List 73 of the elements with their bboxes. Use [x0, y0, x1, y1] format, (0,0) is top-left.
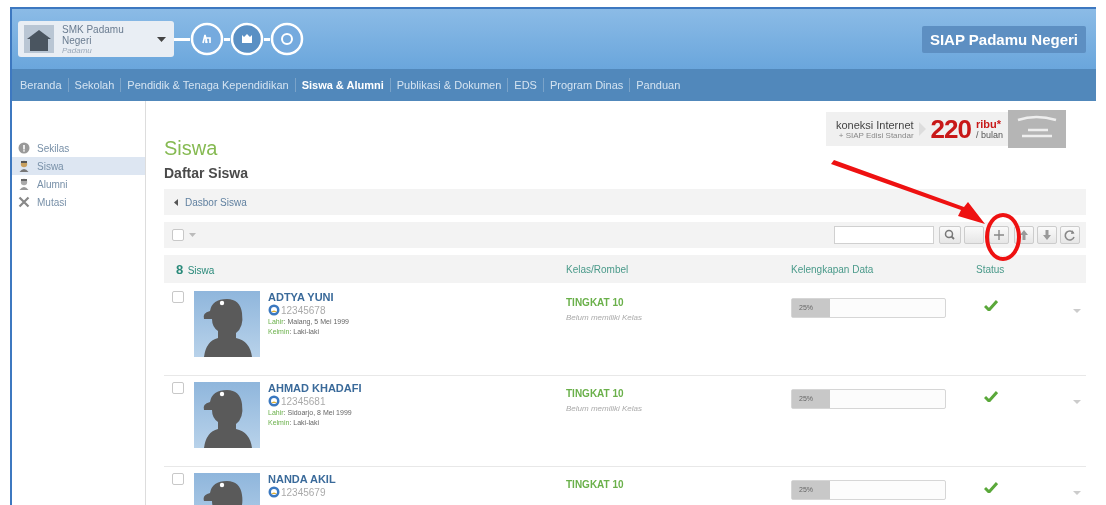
add-button[interactable] — [989, 226, 1009, 244]
sidebar-item[interactable]: Mutasi — [12, 193, 145, 211]
school-name: SMK Padamu Negeri — [62, 23, 125, 46]
caret-icon[interactable] — [1073, 309, 1081, 313]
caret-icon — [157, 36, 166, 42]
logo-drawing — [1008, 110, 1066, 148]
refresh-button[interactable] — [1060, 226, 1080, 244]
nav-tab[interactable]: Program Dinas — [549, 79, 624, 91]
ad-text: + SIAP Edisi Standar — [838, 130, 914, 140]
nav-tab[interactable]: Siswa & Alumni — [301, 79, 384, 91]
nav-tab[interactable]: Panduan — [636, 79, 681, 91]
back-caret-icon — [174, 198, 178, 206]
nav-tab[interactable]: EDS — [514, 79, 537, 91]
student-id: 12345681 — [281, 395, 326, 407]
ad-text: koneksi Internet — [835, 118, 914, 131]
search-field[interactable] — [834, 226, 934, 244]
column-header[interactable]: Kelas/Rombel — [566, 263, 791, 275]
student-name[interactable]: AHMAD KHADAFI — [268, 382, 362, 394]
ring-circle-icon[interactable] — [270, 22, 304, 56]
grade-label: TINGKAT 10 — [566, 297, 625, 308]
emblem-icon — [268, 395, 280, 407]
breadcrumb-link[interactable]: Dasbor Siswa — [174, 196, 247, 208]
app-title: SIAP Padamu Negeri — [921, 25, 1086, 53]
ad-unit: ribu* — [975, 118, 1003, 130]
ad-price: 220 — [930, 113, 971, 145]
alumni-icon — [18, 178, 30, 190]
school-selector[interactable]: SMK Padamu Negeri Padamu — [18, 21, 174, 57]
row-checkbox[interactable] — [172, 291, 184, 303]
student-icon — [18, 160, 30, 172]
caret-icon[interactable] — [189, 233, 196, 237]
nav-tab[interactable]: Sekolah — [74, 79, 115, 91]
student-id: 12345678 — [281, 304, 326, 316]
emblem-icon — [268, 486, 280, 498]
cross-icon — [18, 196, 30, 208]
download-button[interactable] — [1037, 226, 1057, 244]
grade-label: TINGKAT 10 — [566, 479, 625, 490]
avatar-silhouette — [194, 382, 260, 448]
sidebar-item[interactable]: Sekilas — [12, 139, 145, 157]
download-icon — [1040, 228, 1054, 242]
class-note: Belum memiliki Kelas — [566, 313, 644, 322]
student-name[interactable]: NANDA AKIL — [268, 473, 336, 485]
sidebar-item[interactable]: Alumni — [12, 175, 145, 193]
school-subtitle: Padamu — [62, 45, 93, 55]
class-note: Belum memiliki Kelas — [566, 404, 644, 413]
student-id: 12345679 — [281, 486, 326, 498]
column-header[interactable]: Status — [976, 263, 1061, 275]
ad-period: / bulan — [975, 130, 1003, 140]
school-circle-icon[interactable] — [190, 22, 224, 56]
nav-tab[interactable]: Pendidik & Tenaga Kependidikan — [127, 79, 289, 91]
row-checkbox[interactable] — [172, 473, 184, 485]
sidebar-item[interactable]: Siswa — [12, 157, 145, 175]
nav-tab[interactable]: Publikasi & Dokumen — [396, 79, 502, 91]
add-icon — [992, 228, 1006, 242]
page-title: Siswa — [164, 137, 219, 160]
row-checkbox[interactable] — [172, 382, 184, 394]
grade-label: TINGKAT 10 — [566, 388, 625, 399]
nav-tab[interactable]: Beranda — [20, 79, 62, 91]
crown-circle-icon[interactable] — [230, 22, 264, 56]
avatar-silhouette — [194, 291, 260, 357]
building-icon — [24, 25, 54, 53]
select-all-checkbox[interactable] — [172, 229, 184, 241]
caret-icon[interactable] — [1073, 400, 1081, 404]
page-subtitle: Daftar Siswa — [164, 165, 249, 181]
column-header[interactable]: Kelengkapan Data — [791, 263, 976, 275]
student-count: 8 Siswa — [175, 261, 216, 278]
search-icon — [943, 228, 957, 242]
emblem-icon — [268, 304, 280, 316]
info-icon — [18, 142, 30, 154]
search-button[interactable] — [939, 226, 961, 244]
highlight-circle — [985, 213, 1021, 261]
student-name[interactable]: ADTYA YUNI — [268, 291, 349, 303]
caret-icon[interactable] — [1073, 491, 1081, 495]
refresh-icon — [1063, 228, 1077, 242]
